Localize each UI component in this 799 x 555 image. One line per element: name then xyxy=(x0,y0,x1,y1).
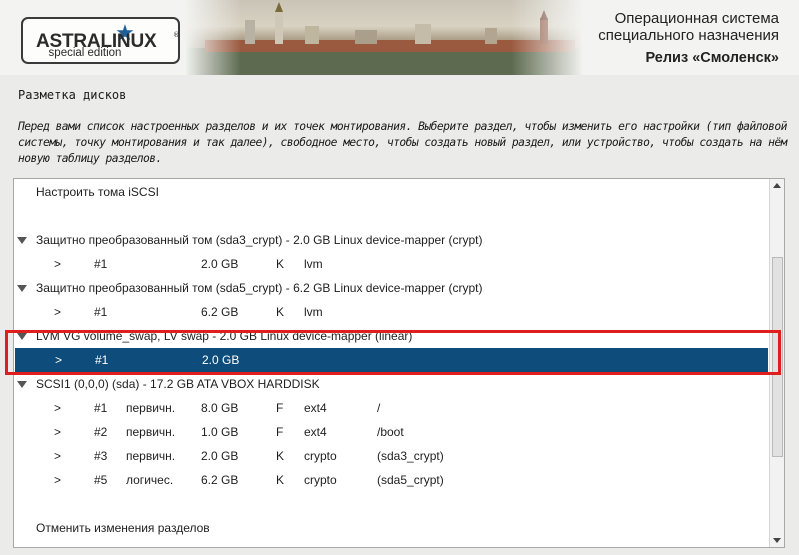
partition-row[interactable]: > #1 2.0 GB Klvm xyxy=(14,252,770,276)
device-label: Защитно преобразованный том (sda5_crypt)… xyxy=(36,281,483,295)
partition-num: #5 xyxy=(94,473,108,487)
partition-flag: F xyxy=(276,401,284,415)
partition-type: логичес. xyxy=(126,473,174,487)
list-action-row[interactable]: Отменить изменения разделов xyxy=(14,516,770,540)
partition-mount: (sda5_crypt) xyxy=(377,473,444,487)
partition-flag: K xyxy=(276,305,285,319)
partition-flag: F xyxy=(276,425,284,439)
device-row[interactable]: Защитно преобразованный том (sda3_crypt)… xyxy=(14,228,770,252)
partition-num: #1 xyxy=(94,257,108,271)
scroll-down-arrow-icon[interactable] xyxy=(770,533,784,547)
partition-fs: crypto xyxy=(304,473,337,487)
action-label: Настроить тома iSCSI xyxy=(36,185,159,199)
partition-size: 6.2 GB xyxy=(201,305,239,319)
partition-flag: K xyxy=(276,449,285,463)
os-title-line1: Операционная система xyxy=(614,10,779,27)
partition-size: 2.0 GB xyxy=(201,257,239,271)
partition-arrow: > xyxy=(54,473,62,487)
expand-triangle-icon[interactable] xyxy=(17,381,27,388)
logo-subtitle: special edition xyxy=(48,47,122,59)
partition-mount: (sda3_crypt) xyxy=(377,449,444,463)
partition-size: 1.0 GB xyxy=(201,425,239,439)
action-label: Отменить изменения разделов xyxy=(36,521,210,535)
partition-fs: ext4 xyxy=(304,425,327,439)
scroll-up-arrow-icon[interactable] xyxy=(770,179,784,193)
partition-num: #1 xyxy=(94,401,108,415)
instructions-text: Перед вами список настроенных разделов и… xyxy=(18,120,787,165)
os-title: Операционная система специального назнач… xyxy=(598,10,779,67)
partition-fs: lvm xyxy=(304,305,323,319)
header-banner: ★ ASTRALINUX ® special edition Операцион… xyxy=(0,0,799,75)
partition-size: 2.0 GB xyxy=(201,449,239,463)
partition-type: первичн. xyxy=(126,449,176,463)
partition-arrow: > xyxy=(54,257,62,271)
highlight-annotation xyxy=(5,330,781,375)
device-row[interactable]: Защитно преобразованный том (sda5_crypt)… xyxy=(14,276,770,300)
partition-num: #2 xyxy=(94,425,108,439)
partition-size: 6.2 GB xyxy=(201,473,239,487)
expand-triangle-icon[interactable] xyxy=(17,237,27,244)
page-title: Разметка дисков xyxy=(18,88,127,102)
partition-row[interactable]: > #5 логичес. 6.2 GB Kcrypto (sda5_crypt) xyxy=(14,468,770,492)
partition-fs: lvm xyxy=(304,257,323,271)
registered-mark: ® xyxy=(173,31,180,39)
device-label: Защитно преобразованный том (sda3_crypt)… xyxy=(36,233,483,247)
partition-row[interactable]: > #3 первичн. 2.0 GB Kcrypto (sda3_crypt) xyxy=(14,444,770,468)
partition-arrow: > xyxy=(54,425,62,439)
os-title-line2: специального назначения xyxy=(598,27,779,44)
partition-arrow: > xyxy=(54,305,62,319)
device-row[interactable]: SCSI1 (0,0,0) (sda) - 17.2 GB ATA VBOX H… xyxy=(14,372,770,396)
partition-arrow: > xyxy=(54,401,62,415)
partition-type: первичн. xyxy=(126,425,176,439)
smolensk-kremlin-photo xyxy=(185,0,583,75)
blank-row xyxy=(14,204,770,228)
partition-row[interactable]: > #1 6.2 GB Klvm xyxy=(14,300,770,324)
expand-triangle-icon[interactable] xyxy=(17,285,27,292)
device-label: SCSI1 (0,0,0) (sda) - 17.2 GB ATA VBOX H… xyxy=(36,377,320,391)
partition-arrow: > xyxy=(54,449,62,463)
partition-fs: ext4 xyxy=(304,401,327,415)
partition-num: #3 xyxy=(94,449,108,463)
list-action-row[interactable]: Настроить тома iSCSI xyxy=(14,180,770,204)
partition-size: 8.0 GB xyxy=(201,401,239,415)
partition-mount: / xyxy=(377,401,381,415)
partition-flag: K xyxy=(276,257,285,271)
blank-row xyxy=(14,492,770,516)
release-name: Релиз «Смоленск» xyxy=(645,50,779,66)
partition-row[interactable]: > #2 первичн. 1.0 GB Fext4/boot xyxy=(14,420,770,444)
partition-flag: K xyxy=(276,473,285,487)
partition-fs: crypto xyxy=(304,449,337,463)
partition-type: первичн. xyxy=(126,401,176,415)
partition-row[interactable]: > #1 первичн. 8.0 GB Fext4 / xyxy=(14,396,770,420)
partition-num: #1 xyxy=(94,305,108,319)
partition-mount: /boot xyxy=(377,425,404,439)
